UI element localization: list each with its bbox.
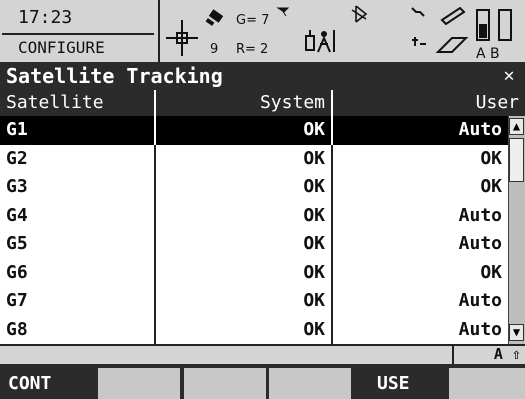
fkey-2-button[interactable] (98, 368, 180, 399)
column-header-user[interactable]: User (333, 90, 525, 116)
satellite-table: G1 OK Auto G2 OK OK G3 OK OK G4 OK Auto … (0, 116, 508, 344)
cell-user[interactable]: Auto (333, 287, 508, 316)
cell-user[interactable]: OK (333, 173, 508, 202)
cell-user[interactable]: Auto (333, 316, 508, 345)
fkey-4-button[interactable] (269, 368, 351, 399)
clock: 17:23 (2, 2, 154, 35)
memory-card-icon (435, 37, 469, 53)
rover-icon (317, 30, 335, 53)
scroll-down-arrow-icon[interactable]: ▼ (509, 324, 524, 341)
cell-system: OK (156, 173, 333, 202)
cell-system: OK (156, 201, 333, 230)
cell-system: OK (156, 144, 333, 173)
satellite-icon (205, 9, 224, 26)
rtk-count: R= 2 (236, 42, 268, 57)
cell-satellite: G2 (0, 144, 156, 173)
cell-system: OK (156, 116, 333, 145)
close-button[interactable]: ✕ (499, 62, 519, 90)
pen-icon (440, 6, 466, 26)
gps-count: 9 (210, 42, 218, 57)
cell-user[interactable]: Auto (333, 202, 508, 231)
page-title-bar: Satellite Tracking ✕ (0, 62, 525, 90)
cell-satellite: G7 (0, 287, 156, 316)
cell-satellite: G8 (0, 315, 156, 344)
column-header-system[interactable]: System (156, 90, 333, 116)
table-row[interactable]: G3 OK OK (0, 173, 508, 202)
cell-satellite: G4 (0, 201, 156, 230)
table-row[interactable]: G4 OK Auto (0, 201, 508, 231)
cell-system: OK (156, 230, 333, 259)
mode-label: CONFIGURE (18, 38, 105, 57)
fkey-6-button[interactable] (449, 368, 525, 399)
column-header-satellite[interactable]: Satellite (0, 90, 156, 116)
cell-system: OK (156, 287, 333, 316)
cell-satellite: G3 (0, 173, 156, 202)
cell-system: OK (156, 258, 333, 287)
bluetooth-icon (351, 5, 368, 23)
status-icons: 9 G= 7 R= 2 A B (166, 5, 512, 62)
cell-satellite: G6 (0, 258, 156, 287)
input-mode-indicator: A ⇧ (452, 344, 525, 364)
battery-a-level (479, 24, 487, 38)
page-title: Satellite Tracking (6, 64, 223, 88)
cell-user[interactable]: OK (333, 145, 508, 174)
battery-letters: A B (476, 46, 500, 62)
scroll-up-arrow-icon[interactable]: ▲ (509, 118, 524, 135)
fkey-cont-button[interactable]: CONT (0, 368, 82, 399)
cell-user[interactable]: OK (333, 259, 508, 288)
radio-icon (305, 30, 315, 51)
glonass-arrow-icon (276, 7, 290, 17)
table-row[interactable]: G1 OK Auto (0, 116, 508, 145)
cell-satellite: G1 (0, 116, 156, 145)
status-icons-bar: 9 G= 7 R= 2 A B (158, 0, 525, 62)
battery-b-icon (498, 9, 512, 41)
table-row[interactable]: G5 OK Auto (0, 230, 508, 259)
fkey-use-button[interactable]: USE (355, 368, 449, 399)
cell-user[interactable]: Auto (333, 230, 508, 259)
glonass-count: G= 7 (236, 13, 269, 28)
scrollbar-thumb[interactable] (509, 138, 524, 182)
cell-satellite: G5 (0, 230, 156, 259)
cell-system: OK (156, 315, 333, 344)
table-row[interactable]: G6 OK OK (0, 258, 508, 288)
network-icon (412, 37, 426, 46)
position-icon (166, 20, 198, 56)
function-key-bar: CONT USE (0, 364, 525, 399)
footer-bar (0, 344, 525, 364)
table-row[interactable]: G8 OK Auto (0, 315, 508, 345)
cell-user[interactable]: Auto (333, 116, 508, 145)
fkey-3-button[interactable] (184, 368, 266, 399)
connection-icon (411, 7, 425, 17)
table-row[interactable]: G2 OK OK (0, 144, 508, 174)
table-row[interactable]: G7 OK Auto (0, 287, 508, 316)
